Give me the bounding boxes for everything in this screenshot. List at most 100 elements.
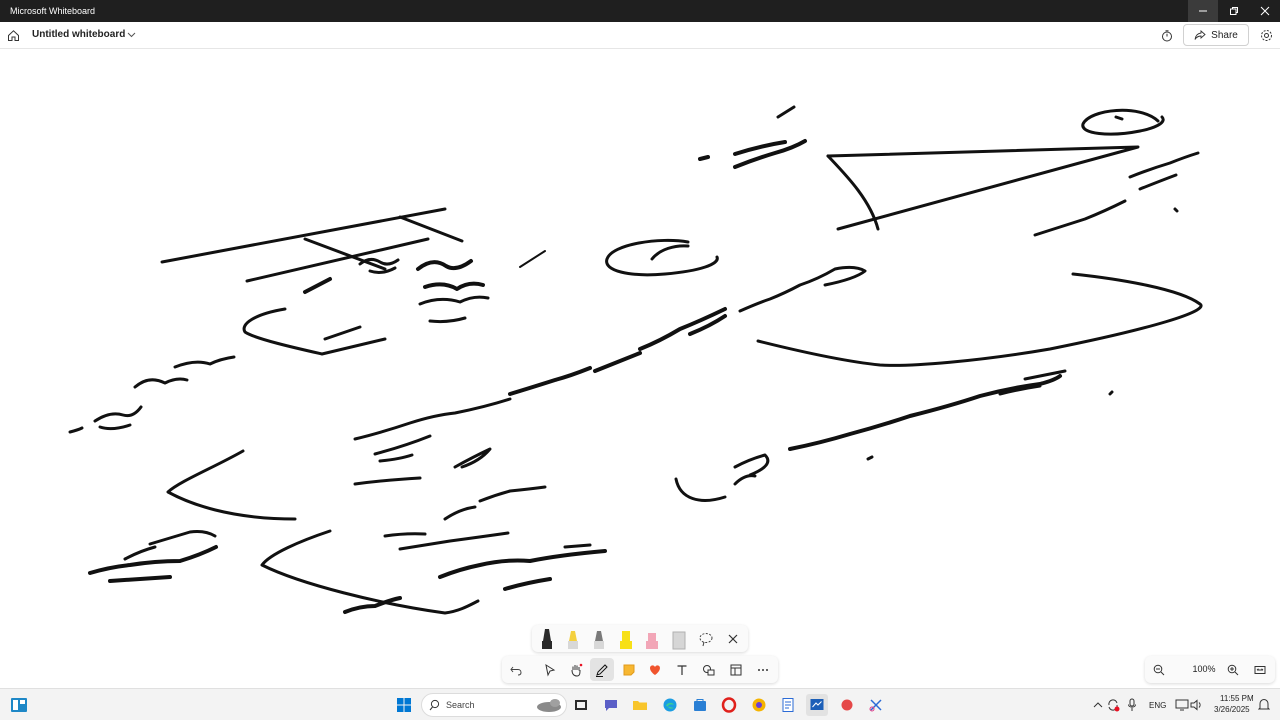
windows-icon	[397, 698, 411, 712]
minimize-button[interactable]	[1188, 0, 1218, 22]
fit-to-screen-button[interactable]	[1250, 660, 1270, 680]
volume-button[interactable]	[1186, 694, 1208, 716]
widgets-button[interactable]	[8, 694, 30, 716]
hand-icon	[571, 663, 583, 677]
taskbar: Search ENG 11:55 PM 3/26/2025	[0, 688, 1280, 720]
more-icon	[758, 668, 768, 671]
ink-tool[interactable]	[590, 658, 614, 681]
clock-date[interactable]: 3/26/2025	[1214, 705, 1250, 714]
notifications-button[interactable]	[1253, 694, 1275, 716]
snipping-tool-button[interactable]	[865, 694, 887, 716]
task-view-button[interactable]	[570, 694, 592, 716]
sticky-note-icon	[623, 664, 635, 675]
file-explorer-button[interactable]	[629, 694, 651, 716]
select-tool[interactable]	[538, 658, 562, 681]
shapes-icon	[703, 664, 715, 675]
sync-icon	[1108, 699, 1120, 712]
pen-icon	[568, 631, 578, 649]
zoom-out-button[interactable]	[1149, 660, 1169, 680]
zoom-in-button[interactable]	[1223, 660, 1243, 680]
speaker-icon	[1190, 699, 1201, 711]
timer-icon	[1161, 29, 1172, 41]
eraser[interactable]	[669, 627, 689, 651]
ink-layer	[68, 105, 1203, 615]
snipping-icon	[869, 699, 882, 712]
heart-icon	[650, 664, 660, 675]
search-label: Search	[446, 700, 475, 710]
black-pen[interactable]	[537, 627, 557, 651]
home-button[interactable]	[4, 26, 22, 44]
whiteboard-canvas[interactable]	[0, 49, 1280, 688]
gray-pen[interactable]	[589, 627, 609, 651]
text-icon	[677, 664, 687, 675]
timer-button[interactable]	[1158, 27, 1175, 44]
pan-tool[interactable]	[564, 658, 588, 681]
gear-icon	[1260, 29, 1272, 41]
undo-button[interactable]	[504, 658, 528, 681]
creation-toolbar	[502, 656, 778, 683]
whiteboard-title[interactable]: Untitled whiteboard	[32, 29, 125, 40]
pen-icon	[594, 631, 604, 649]
zoom-in-icon	[1227, 664, 1239, 676]
chevron-down-icon	[127, 32, 135, 38]
language-indicator[interactable]: ENG	[1149, 701, 1166, 710]
search-icon	[429, 699, 440, 711]
teams-chat-button[interactable]	[600, 694, 622, 716]
microphone-icon	[1128, 698, 1136, 711]
notepad-button[interactable]	[777, 694, 799, 716]
store-icon	[694, 699, 706, 711]
highlighter-icon	[620, 631, 632, 649]
chat-icon	[605, 700, 617, 711]
pink-highlighter[interactable]	[642, 627, 662, 651]
eraser-icon	[672, 631, 686, 650]
yellow-highlighter[interactable]	[616, 627, 636, 651]
start-button[interactable]	[393, 694, 415, 716]
record-icon	[841, 699, 853, 711]
task-view-icon	[575, 700, 587, 710]
close-pen-tray-button[interactable]	[723, 627, 743, 651]
search-highlight-icon	[537, 699, 561, 712]
folder-icon	[633, 701, 647, 710]
shapes-tool[interactable]	[697, 658, 721, 681]
home-icon	[7, 29, 19, 41]
whiteboard-icon	[810, 699, 824, 710]
zoom-controls: 100%	[1145, 656, 1275, 683]
undo-icon	[510, 666, 522, 675]
templates-tool[interactable]	[724, 658, 748, 681]
opera-icon	[721, 697, 737, 713]
clock-time[interactable]: 11:55 PM	[1220, 694, 1254, 703]
zoom-level[interactable]: 100%	[1181, 664, 1227, 674]
templates-icon	[730, 664, 742, 675]
lasso-select[interactable]	[696, 627, 716, 651]
record-app-button[interactable]	[836, 694, 858, 716]
pen-icon	[596, 663, 608, 677]
widgets-icon	[11, 698, 27, 712]
taskbar-search[interactable]: Search	[421, 693, 567, 717]
highlighter-icon	[646, 633, 658, 649]
reactions-tool[interactable]	[643, 658, 667, 681]
whiteboard-taskbar-button[interactable]	[806, 694, 828, 716]
more-tools-button[interactable]	[751, 658, 775, 681]
close-icon	[728, 634, 738, 644]
title-menu-button[interactable]	[124, 27, 138, 43]
share-button[interactable]: Share	[1183, 24, 1249, 46]
fit-screen-icon	[1254, 666, 1266, 674]
microphone-button[interactable]	[1121, 694, 1143, 716]
edge-button[interactable]	[659, 694, 681, 716]
close-window-button[interactable]	[1250, 0, 1280, 22]
yellow-pen[interactable]	[563, 627, 583, 651]
notepad-icon	[782, 698, 794, 712]
settings-button[interactable]	[1257, 26, 1275, 44]
pointer-icon	[545, 663, 556, 677]
opera-button[interactable]	[718, 694, 740, 716]
store-button[interactable]	[689, 694, 711, 716]
text-tool[interactable]	[670, 658, 694, 681]
pen-icon	[542, 629, 552, 649]
restore-icon	[1230, 7, 1238, 15]
restore-button[interactable]	[1219, 0, 1249, 22]
share-label: Share	[1211, 29, 1238, 41]
share-icon	[1194, 29, 1206, 40]
chrome-button[interactable]	[748, 694, 770, 716]
title-bar: Microsoft Whiteboard	[0, 0, 1280, 22]
note-tool[interactable]	[617, 658, 641, 681]
